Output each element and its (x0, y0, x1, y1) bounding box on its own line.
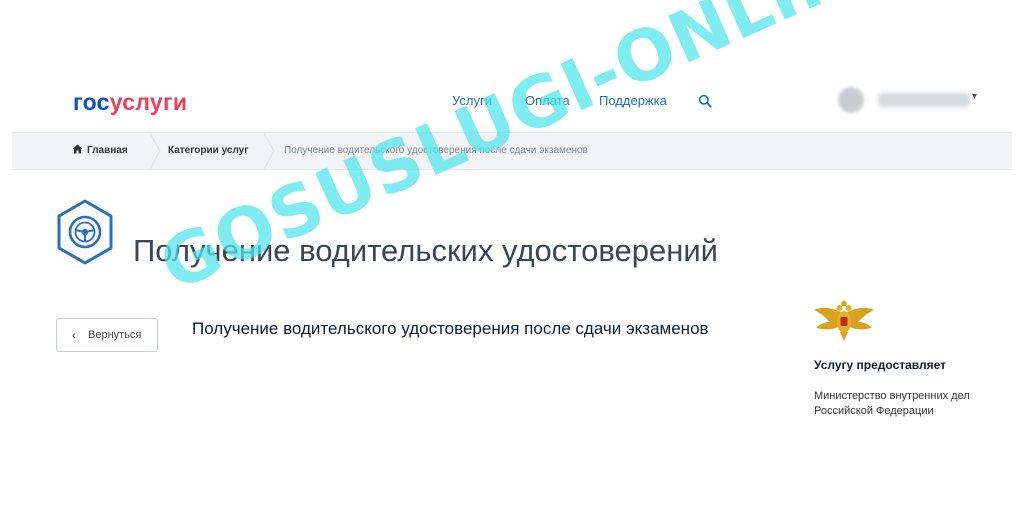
search-icon[interactable] (698, 94, 712, 108)
chevron-left-icon: ‹ (72, 328, 76, 342)
home-icon (72, 144, 83, 154)
logo-part-uslugi: услуги (109, 89, 188, 115)
provider-name: Министерство внутренних дел Российской Ф… (814, 390, 970, 417)
breadcrumb: Главная Категории услуг Получение водите… (12, 132, 1012, 170)
breadcrumb-home[interactable]: Главная (72, 144, 128, 158)
steering-wheel-icon (57, 199, 113, 265)
breadcrumb-current: Получение водительского удостоверения по… (284, 145, 588, 156)
breadcrumb-separator-icon (149, 133, 161, 169)
breadcrumb-categories[interactable]: Категории услуг (168, 144, 248, 158)
nav-payment[interactable]: Оплата (525, 93, 570, 109)
breadcrumb-home-label: Главная (87, 145, 128, 156)
gosuslugi-logo[interactable]: госуслуги (73, 88, 187, 116)
provider-label: Услугу предоставляет (814, 358, 947, 372)
back-button[interactable]: ‹ Вернуться (56, 318, 158, 352)
chevron-down-icon: ▾ (972, 91, 978, 102)
logo-part-gos: гос (73, 89, 110, 115)
avatar (838, 87, 864, 113)
nav-services[interactable]: Услуги (452, 93, 492, 109)
nav-support[interactable]: Поддержка (599, 93, 667, 109)
mvd-emblem-icon (814, 300, 874, 341)
user-menu[interactable]: ▾ (838, 85, 988, 115)
user-name-blurred (878, 93, 970, 107)
service-title: Получение водительского удостоверения по… (192, 319, 709, 338)
page-title: Получение водительских удостоверений (133, 232, 718, 268)
back-button-label: Вернуться (88, 329, 142, 341)
breadcrumb-separator-icon (263, 133, 275, 169)
